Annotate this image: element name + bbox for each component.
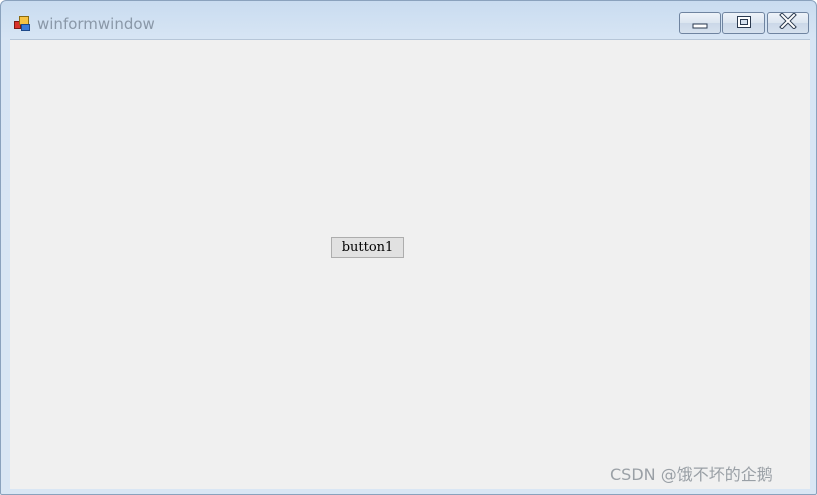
maximize-icon [736,14,752,33]
title-bar[interactable]: winformwindow [1,1,816,39]
window-title: winformwindow [37,15,155,33]
minimize-button[interactable] [679,12,721,34]
app-window: winformwindow button1 [0,0,817,495]
maximize-button[interactable] [722,12,765,34]
minimize-icon [692,14,708,33]
form-client-area: button1 [10,39,810,489]
button1[interactable]: button1 [331,237,404,258]
app-icon[interactable] [14,15,31,32]
close-icon [779,12,797,33]
csdn-watermark: CSDN @饿不坏的企鹅 [610,465,773,484]
close-button[interactable] [767,12,809,34]
